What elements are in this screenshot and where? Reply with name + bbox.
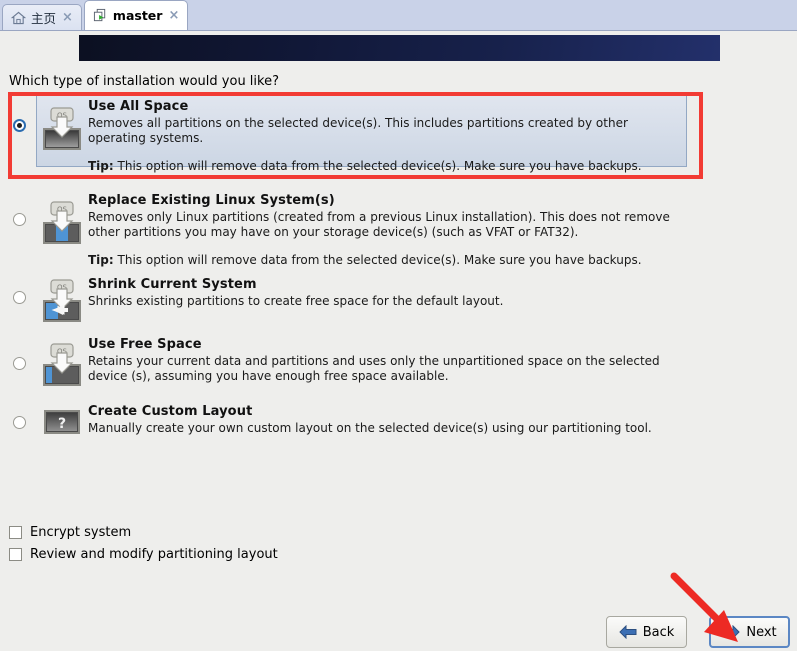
- checkbox-encrypt-system[interactable]: [9, 526, 22, 539]
- tab-master-label: master: [112, 8, 163, 23]
- option-tip-text: This option will remove data from the se…: [117, 253, 642, 267]
- radio-cell-use-free-space: [0, 337, 38, 370]
- radio-use-free-space[interactable]: [12, 357, 26, 370]
- text-shrink-current-system: Shrink Current System Shrinks existing p…: [86, 277, 700, 309]
- disk-free-space-icon: OS: [41, 343, 83, 387]
- tab-master[interactable]: master ×: [83, 0, 189, 30]
- checkbox-review-layout-label: Review and modify partitioning layout: [30, 547, 278, 562]
- tab-home-label: 主页: [31, 11, 57, 26]
- text-create-custom-layout: Create Custom Layout Manually create you…: [86, 404, 700, 436]
- browser-tab-bar: 主页 × master ×: [0, 0, 797, 31]
- option-description: Removes all partitions on the selected d…: [88, 116, 628, 145]
- icon-cell-use-free-space: OS: [38, 337, 86, 387]
- option-title: Replace Existing Linux System(s): [88, 193, 335, 208]
- next-button[interactable]: Next: [709, 616, 790, 648]
- option-replace-existing-linux[interactable]: OS Replace Existing Linux System(s) Remo…: [0, 187, 700, 267]
- option-description: Shrinks existing partitions to create fr…: [88, 294, 504, 308]
- disk-custom-icon: ?: [44, 410, 80, 434]
- option-title: Use Free Space: [88, 337, 202, 352]
- option-tip-text: This option will remove data from the se…: [117, 159, 642, 173]
- option-tip: Tip: This option will remove data from t…: [88, 253, 700, 267]
- disk-all-space-icon: OS: [41, 107, 83, 151]
- disk-replace-linux-icon: OS: [41, 201, 83, 245]
- checkbox-row-review-layout[interactable]: Review and modify partitioning layout: [9, 547, 278, 562]
- option-create-custom-layout[interactable]: ? Create Custom Layout Manually create y…: [0, 404, 700, 436]
- arrow-left-icon: [619, 625, 637, 639]
- tab-home[interactable]: 主页 ×: [2, 4, 82, 30]
- option-description: Retains your current data and partitions…: [88, 354, 660, 383]
- radio-use-all-space[interactable]: [12, 119, 26, 132]
- home-icon: [11, 11, 26, 25]
- tab-master-close-icon[interactable]: ×: [167, 9, 180, 22]
- option-description: Manually create your own custom layout o…: [88, 421, 652, 435]
- option-use-free-space[interactable]: OS Use Free Space Retains your current d…: [0, 337, 700, 387]
- tab-home-close-icon[interactable]: ×: [61, 11, 74, 24]
- checkbox-row-encrypt-system[interactable]: Encrypt system: [9, 525, 131, 540]
- text-replace-existing-linux: Replace Existing Linux System(s) Removes…: [86, 187, 700, 267]
- icon-cell-shrink-current-system: OS: [38, 277, 86, 323]
- icon-cell-use-all-space: OS: [38, 93, 86, 151]
- text-use-free-space: Use Free Space Retains your current data…: [86, 337, 700, 384]
- icon-cell-create-custom-layout: ?: [38, 404, 86, 434]
- option-tip-label: Tip:: [88, 253, 114, 267]
- text-use-all-space: Use All Space Removes all partitions on …: [86, 93, 700, 173]
- installer-content: Which type of installation would you lik…: [0, 31, 797, 648]
- radio-replace-existing-linux[interactable]: [12, 213, 26, 226]
- arrow-right-icon: [722, 625, 741, 639]
- icon-cell-replace-existing-linux: OS: [38, 187, 86, 245]
- radio-cell-shrink-current-system: [0, 277, 38, 304]
- radio-shrink-current-system[interactable]: [12, 291, 26, 304]
- disk-shrink-icon: OS: [41, 279, 83, 323]
- option-description: Removes only Linux partitions (created f…: [88, 210, 670, 239]
- back-button[interactable]: Back: [606, 616, 687, 648]
- option-tip: Tip: This option will remove data from t…: [88, 159, 700, 173]
- option-title: Use All Space: [88, 99, 189, 114]
- checkbox-review-layout[interactable]: [9, 548, 22, 561]
- option-shrink-current-system[interactable]: OS Shrink Current System Shrinks existin…: [0, 277, 700, 323]
- option-title: Shrink Current System: [88, 277, 257, 292]
- page-title: Which type of installation would you lik…: [9, 74, 279, 89]
- radio-cell-create-custom-layout: [0, 404, 38, 429]
- option-title: Create Custom Layout: [88, 404, 253, 419]
- radio-create-custom-layout[interactable]: [12, 416, 26, 429]
- radio-cell-replace-existing-linux: [0, 187, 38, 226]
- option-use-all-space[interactable]: OS Use All Space Removes all partitions …: [0, 93, 700, 173]
- option-tip-label: Tip:: [88, 159, 114, 173]
- radio-cell-use-all-space: [0, 93, 38, 132]
- checkbox-encrypt-system-label: Encrypt system: [30, 525, 132, 540]
- svg-text:?: ?: [58, 416, 66, 432]
- vm-console-icon: [93, 8, 108, 23]
